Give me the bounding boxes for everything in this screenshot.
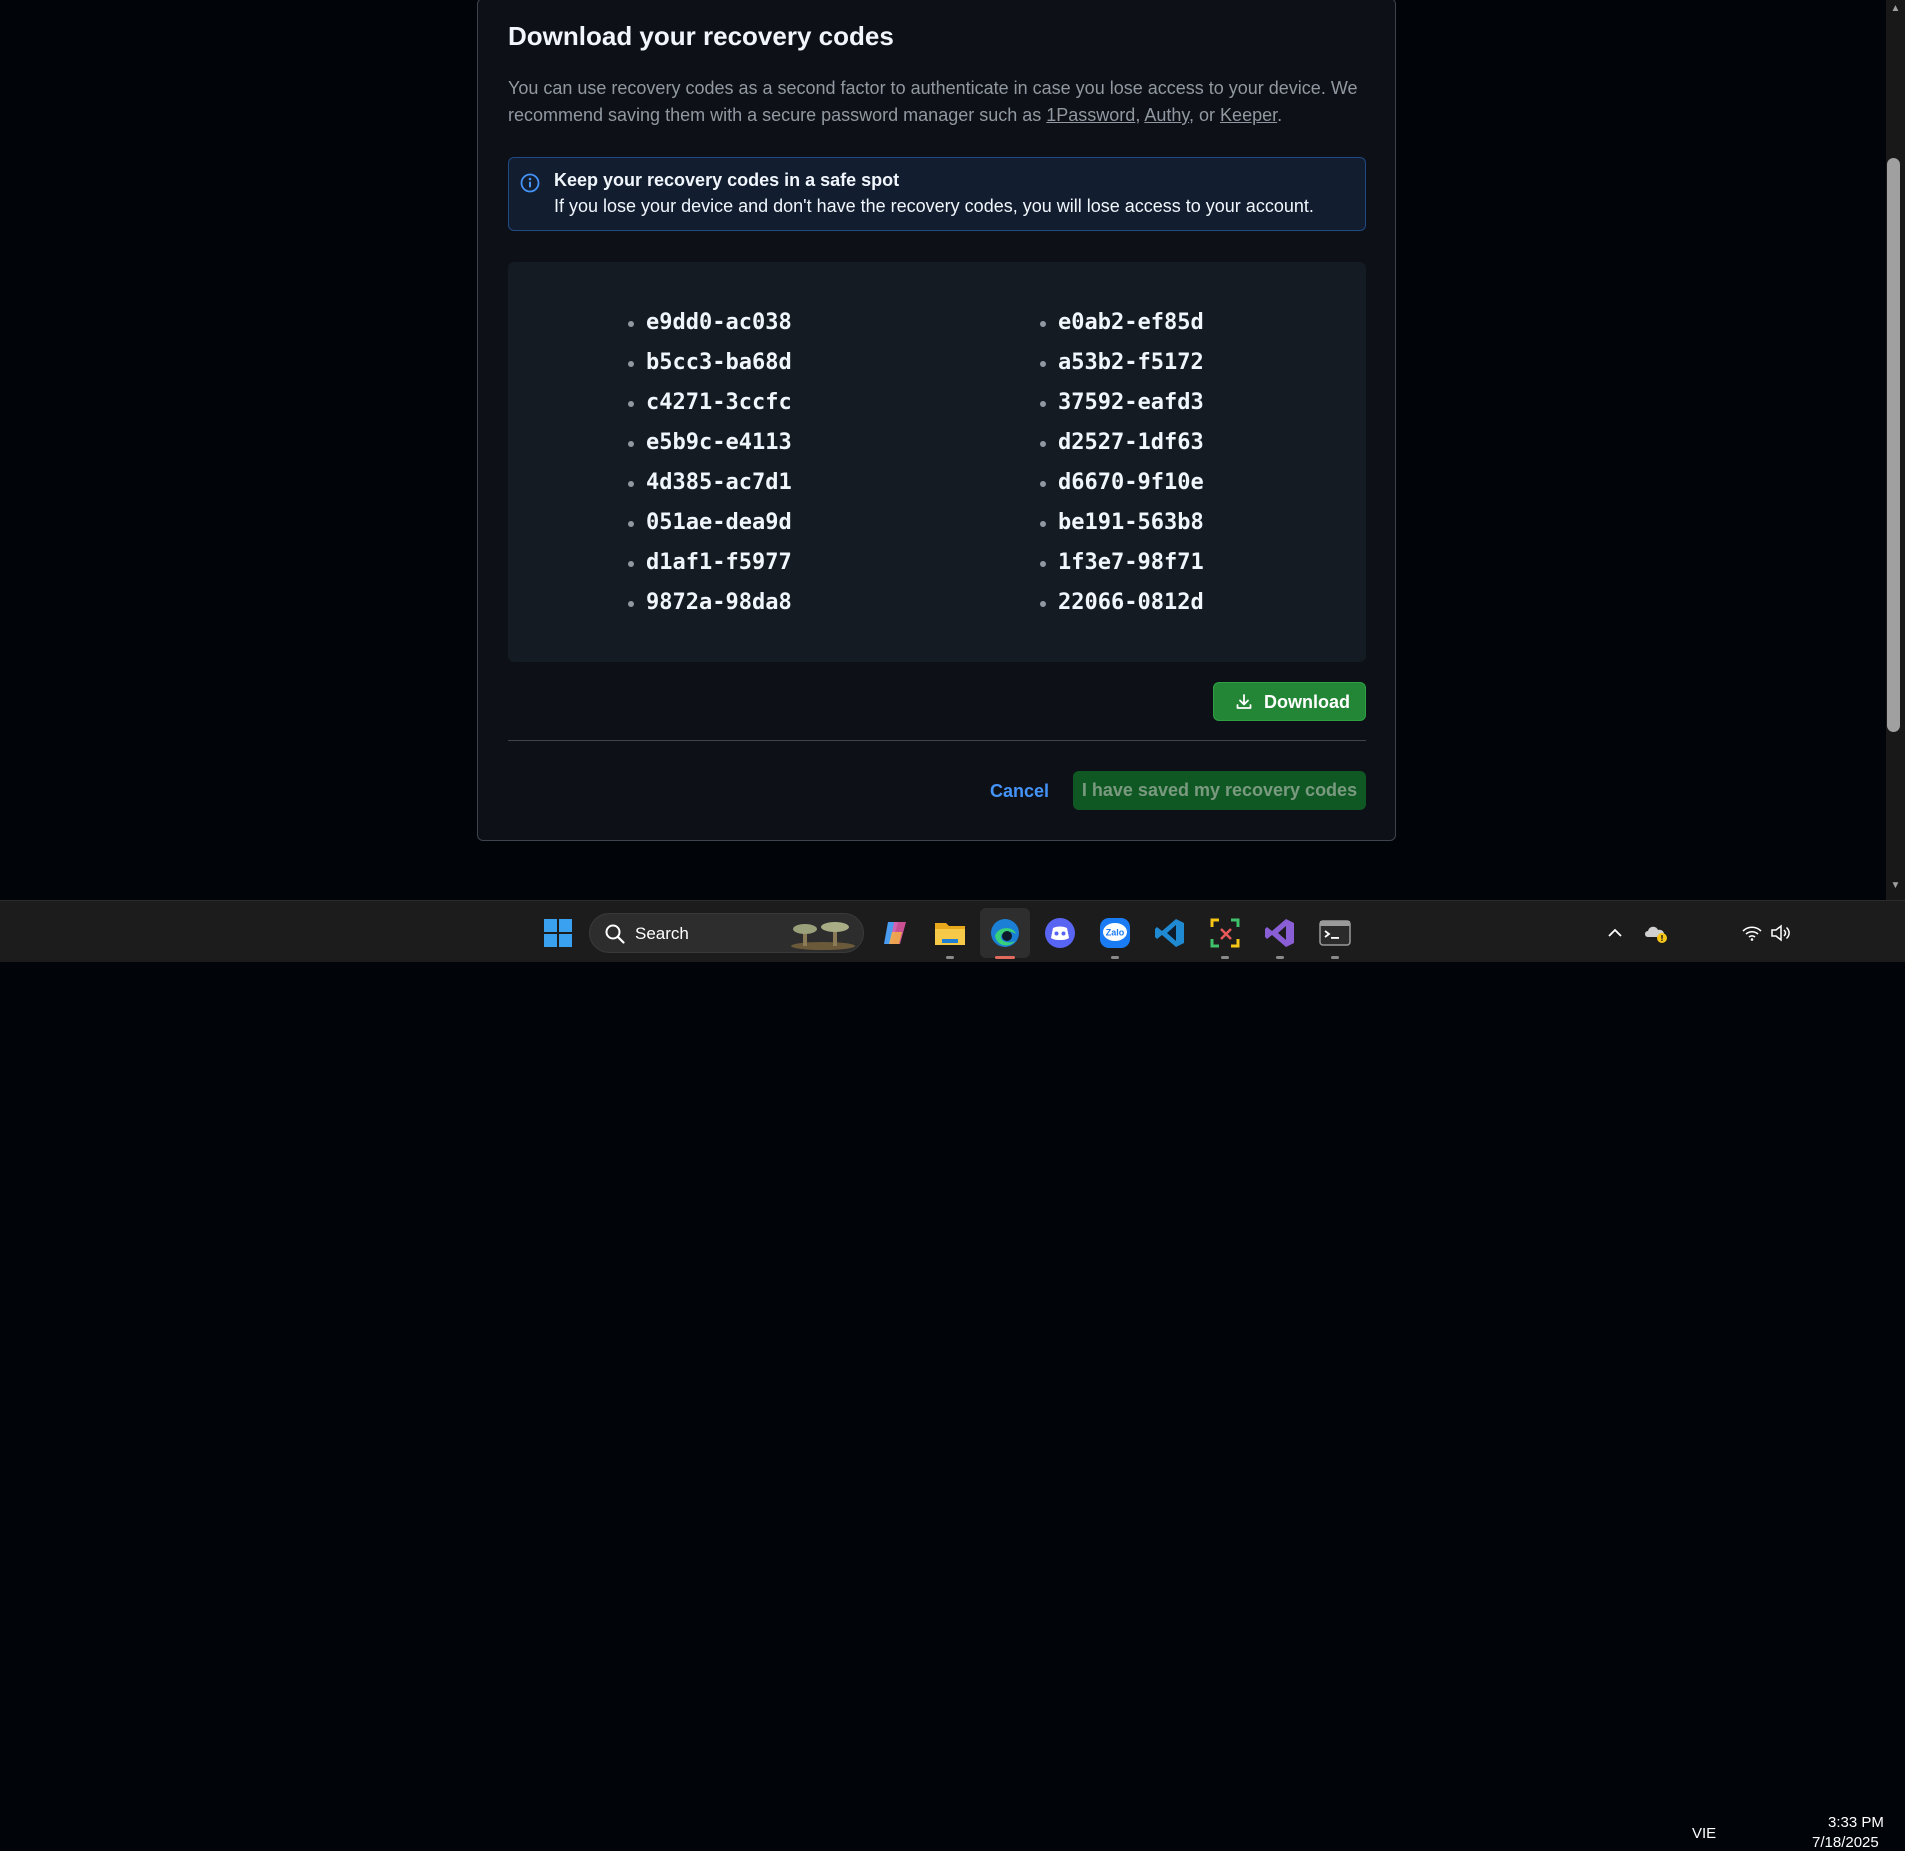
saved-codes-button[interactable]: I have saved my recovery codes xyxy=(1073,771,1366,810)
vscode-button[interactable] xyxy=(1150,913,1190,953)
clock-time[interactable]: 3:33 PM xyxy=(1828,1814,1884,1831)
visual-studio-icon xyxy=(1265,919,1294,947)
dialog-title: Download your recovery codes xyxy=(508,21,894,51)
zalo-button[interactable]: Zalo xyxy=(1095,913,1135,959)
tray-overflow-button[interactable] xyxy=(1597,913,1633,953)
recovery-code: e9dd0-ac038 xyxy=(628,306,792,346)
download-label: Download xyxy=(1264,692,1350,712)
recovery-code: e0ab2-ef85d xyxy=(1040,306,1204,346)
copilot-icon xyxy=(884,922,906,944)
edge-icon xyxy=(991,919,1019,947)
search-highlight-icon xyxy=(791,922,855,950)
visual-studio-button[interactable] xyxy=(1260,913,1300,959)
file-explorer-button[interactable] xyxy=(930,913,970,959)
dialog-description: You can use recovery codes as a second f… xyxy=(508,78,1358,125)
flash-title: Keep your recovery codes in a safe spot xyxy=(554,170,900,190)
recovery-code: 9872a-98da8 xyxy=(628,586,792,626)
copilot-button[interactable] xyxy=(875,913,915,953)
recovery-code: d2527-1df63 xyxy=(1040,426,1204,466)
info-flash: Keep your recovery codes in a safe spot … xyxy=(508,157,1366,231)
recovery-codes-box: e9dd0-ac038 b5cc3-ba68d c4271-3ccfc e5b9… xyxy=(508,262,1366,662)
chevron-up-icon xyxy=(1608,928,1622,937)
running-indicator xyxy=(1221,956,1229,959)
codes-list-left: e9dd0-ac038 b5cc3-ba68d c4271-3ccfc e5b9… xyxy=(628,306,792,626)
recovery-code: 22066-0812d xyxy=(1040,586,1204,626)
scrollbar-thumb[interactable] xyxy=(1887,158,1900,732)
discord-button[interactable] xyxy=(1040,913,1080,953)
download-icon xyxy=(1236,694,1252,709)
info-icon xyxy=(520,173,540,193)
svg-text:Zalo: Zalo xyxy=(1106,928,1125,938)
recovery-code: 1f3e7-98f71 xyxy=(1040,546,1204,586)
recovery-code: d6670-9f10e xyxy=(1040,466,1204,506)
recovery-code: 37592-eafd3 xyxy=(1040,386,1204,426)
recovery-code: e5b9c-e4113 xyxy=(628,426,792,466)
recovery-code: d1af1-f5977 xyxy=(628,546,792,586)
recovery-code: 4d385-ac7d1 xyxy=(628,466,792,506)
snipping-tool-button[interactable] xyxy=(1205,913,1245,959)
search-placeholder: Search xyxy=(635,924,689,943)
onedrive-warning-icon xyxy=(1645,926,1667,943)
download-button[interactable]: Download xyxy=(1213,682,1366,721)
running-indicator xyxy=(1276,956,1284,959)
recovery-code: be191-563b8 xyxy=(1040,506,1204,546)
running-indicator xyxy=(946,956,954,959)
vscode-icon xyxy=(1155,919,1184,947)
cancel-button[interactable]: Cancel xyxy=(990,781,1049,802)
active-indicator xyxy=(995,956,1015,959)
running-indicator xyxy=(1331,956,1339,959)
recovery-codes-dialog: Download your recovery codes You can use… xyxy=(477,0,1396,841)
scroll-down-icon[interactable]: ▼ xyxy=(1887,879,1904,893)
flash-text: If you lose your device and don't have t… xyxy=(554,196,1314,216)
language-indicator[interactable]: VIE xyxy=(1692,1825,1716,1842)
scroll-up-icon[interactable]: ▲ xyxy=(1887,2,1904,16)
clock-date[interactable]: 7/18/2025 xyxy=(1812,1834,1879,1851)
volume-button[interactable] xyxy=(1762,913,1798,953)
recovery-code: 051ae-dea9d xyxy=(628,506,792,546)
recovery-code: c4271-3ccfc xyxy=(628,386,792,426)
search-icon xyxy=(605,924,625,944)
terminal-button[interactable] xyxy=(1315,913,1355,959)
onedrive-button[interactable] xyxy=(1638,913,1674,953)
terminal-icon xyxy=(1319,920,1351,946)
start-icon xyxy=(544,919,572,947)
recovery-code: a53b2-f5172 xyxy=(1040,346,1204,386)
link-keeper[interactable]: Keeper xyxy=(1220,105,1277,125)
page-background: Download your recovery codes You can use… xyxy=(0,0,1886,900)
start-button[interactable] xyxy=(538,913,578,953)
dialog-divider xyxy=(508,740,1366,741)
edge-button[interactable] xyxy=(985,913,1025,959)
zalo-icon: Zalo xyxy=(1100,918,1130,948)
wifi-icon xyxy=(1742,926,1762,941)
link-1password[interactable]: 1Password xyxy=(1046,105,1135,125)
link-authy[interactable]: Authy xyxy=(1144,105,1189,125)
volume-icon xyxy=(1771,924,1790,942)
taskbar: Search Zalo VIE 3:33 PM 7/18/2025 xyxy=(0,900,1905,1851)
running-indicator xyxy=(1111,956,1119,959)
taskbar-search[interactable]: Search xyxy=(589,913,864,953)
file-explorer-icon xyxy=(935,923,965,945)
snipping-tool-icon xyxy=(1210,918,1240,948)
discord-icon xyxy=(1045,918,1075,948)
recovery-code: b5cc3-ba68d xyxy=(628,346,792,386)
codes-list-right: e0ab2-ef85d a53b2-f5172 37592-eafd3 d252… xyxy=(1040,306,1204,626)
